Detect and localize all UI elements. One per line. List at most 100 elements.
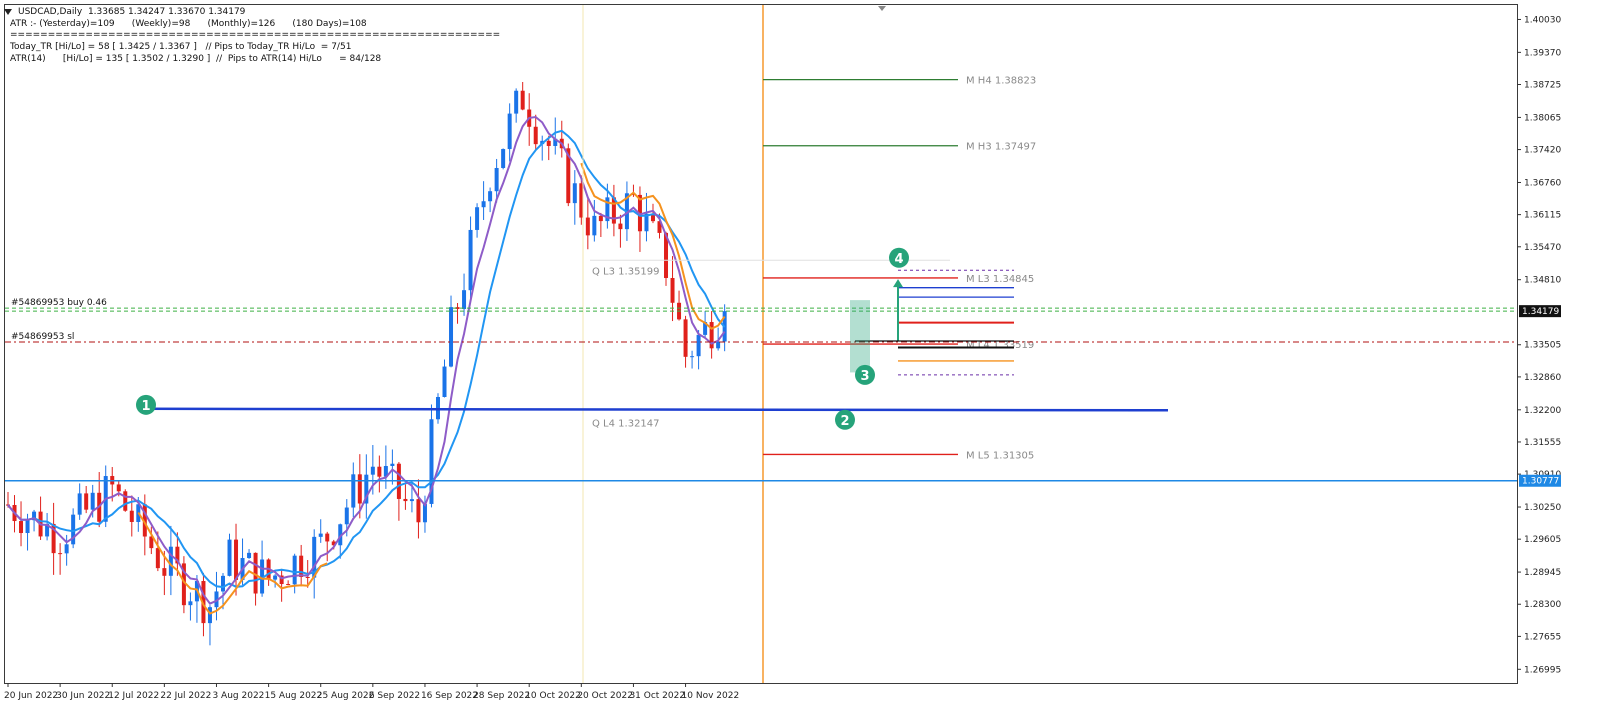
today-tr-info: Today_TR [Hi/Lo] = 58 [ 1.3425 / 1.3367 … [10, 42, 352, 52]
marker-label: 2 [840, 414, 849, 429]
candle-body [234, 539, 239, 580]
x-tick-label: 10 Nov 2022 [682, 691, 740, 701]
ma-fast-line [7, 115, 726, 605]
highlight-box [850, 300, 870, 373]
candle-body [129, 510, 134, 522]
y-tick-label: 1.35470 [1524, 243, 1561, 253]
y-tick-label: 1.28300 [1524, 600, 1561, 610]
x-tick-label: 6 Sep 2022 [369, 691, 420, 701]
candle-body [220, 575, 225, 592]
candle-body [370, 466, 375, 475]
y-tick-label: 1.31555 [1524, 438, 1561, 448]
candle-body [494, 167, 499, 192]
y-tick-label: 1.40030 [1524, 15, 1561, 25]
projection-arrow-head [893, 279, 903, 288]
x-tick-label: 20 Oct 2022 [577, 691, 633, 701]
candle-body [292, 555, 297, 585]
candle-body [162, 568, 167, 576]
candle-body [84, 493, 89, 510]
marker-label: 4 [894, 252, 903, 267]
x-tick-label: 28 Sep 2022 [473, 691, 530, 701]
candle-body [488, 191, 493, 202]
marker-label: 1 [141, 399, 150, 414]
candle-body [227, 539, 232, 576]
candle-body [449, 307, 454, 367]
x-tick-label: 10 Oct 2022 [525, 691, 581, 701]
candle-body [403, 498, 408, 502]
price-chart[interactable]: 1.40030 1.39370 1.38725 1.38065 1.37420 1.367… [0, 0, 1600, 708]
candle-body [357, 474, 362, 504]
buy-order-label: #54869953 buy 0.46 [11, 298, 107, 308]
level-label: M H3 1.37497 [966, 142, 1036, 153]
y-tick-label: 1.33505 [1524, 341, 1561, 351]
candle-body [90, 492, 95, 510]
candle-body [690, 356, 695, 358]
y-tick-label: 1.36760 [1524, 178, 1561, 188]
y-tick-label: 1.29605 [1524, 535, 1561, 545]
candle-body [520, 90, 525, 110]
candle-body [501, 149, 506, 168]
candle-body [318, 533, 323, 537]
candle-body [351, 474, 356, 508]
candle-body [168, 546, 173, 576]
separator-line: ========================================… [10, 30, 501, 40]
y-tick-label: 1.34810 [1524, 276, 1561, 286]
y-tick-label: 1.38065 [1524, 113, 1561, 123]
candle-body [533, 126, 538, 145]
candle-body [696, 334, 701, 357]
x-tick-label: 12 Jul 2022 [108, 691, 159, 701]
marker-label: 3 [860, 369, 869, 384]
hline-price-label: 1.30777 [1522, 477, 1559, 487]
x-tick-label: 15 Aug 2022 [265, 691, 323, 701]
candle-body [188, 601, 193, 606]
x-tick-label: 16 Sep 2022 [421, 691, 478, 701]
y-tick-label: 1.37420 [1524, 146, 1561, 156]
level-label: M L5 1.31305 [966, 450, 1034, 461]
candle-body [514, 90, 519, 114]
level-label: M H4 1.38823 [966, 76, 1036, 87]
y-tick-label: 1.27655 [1524, 632, 1561, 642]
y-tick-label: 1.32860 [1524, 373, 1561, 383]
atr14-info: ATR(14) [Hi/Lo] = 135 [ 1.3502 / 1.3290 … [10, 54, 382, 64]
atr-info: ATR :- (Yesterday)=109 (Weekly)=98 (Mont… [10, 19, 367, 29]
candle-body [19, 521, 24, 534]
candle-body [155, 548, 160, 569]
candle-body [442, 366, 447, 397]
candle-body [592, 215, 597, 236]
candle-body [273, 575, 278, 580]
candle-body [207, 607, 212, 624]
candle-body [116, 484, 121, 492]
candles-group [6, 81, 727, 646]
candle-body [462, 290, 467, 309]
candle-body [683, 319, 688, 357]
level-label: M L3 1.34845 [966, 274, 1034, 285]
candle-body [618, 223, 623, 230]
x-tick-label: 20 Jun 2022 [4, 691, 58, 701]
stop-loss-label: #54869953 sl [11, 332, 74, 342]
level-label: Q L3 1.35199 [592, 266, 660, 277]
candle-body [468, 229, 473, 291]
candle-body [409, 499, 414, 502]
candle-body [58, 553, 63, 555]
candle-body [481, 201, 486, 208]
y-tick-label: 1.26995 [1524, 665, 1561, 675]
candle-body [77, 493, 82, 515]
candle-body [670, 278, 675, 303]
collapse-triangle-icon[interactable] [4, 9, 12, 15]
candle-body [299, 555, 304, 577]
y-tick-label: 1.38725 [1524, 81, 1561, 91]
candle-body [247, 552, 252, 559]
candle-body [507, 113, 512, 150]
x-tick-label: 31 Oct 2022 [629, 691, 685, 701]
candle-body [123, 491, 128, 511]
candle-body [475, 207, 480, 230]
candle-body [305, 576, 310, 578]
candle-body [286, 584, 291, 586]
candle-body [572, 183, 577, 204]
candle-body [344, 507, 349, 525]
y-tick-label: 1.30250 [1524, 503, 1561, 513]
candle-body [377, 466, 382, 477]
current-price-label: 1.34179 [1522, 307, 1559, 317]
level-label: Q L4 1.32147 [592, 418, 660, 429]
symbol-info: USDCAD,Daily 1.33685 1.34247 1.33670 1.3… [18, 7, 246, 17]
